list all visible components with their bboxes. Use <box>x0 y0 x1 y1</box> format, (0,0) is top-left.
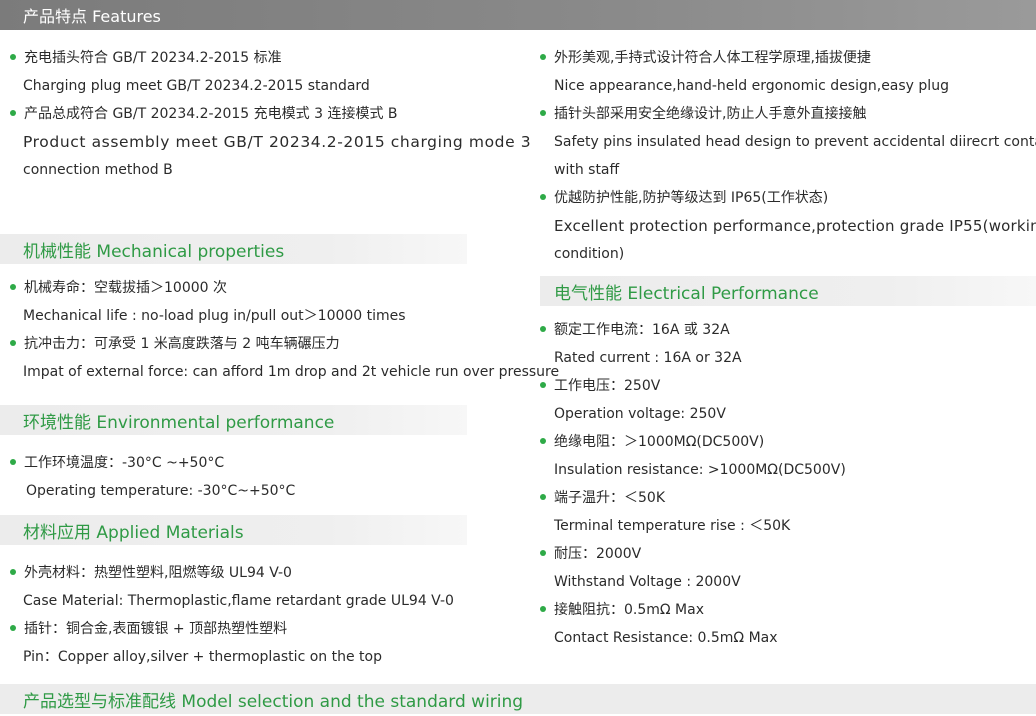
bullet-icon <box>10 340 16 346</box>
bullet-icon <box>10 569 16 575</box>
feature-left-2-en-line2: connection method B <box>23 162 173 178</box>
materials-item-1-cn: 外壳材料：热塑性塑料,阻燃等级 UL94 V-0 <box>10 563 292 583</box>
bullet-icon <box>540 194 546 200</box>
bullet-icon <box>10 110 16 116</box>
feature-right-2-cn: 插针头部采用安全绝缘设计,防止人手意外直接接触 <box>540 104 866 124</box>
section-model-header: 产品选型与标准配线 Model selection and the standa… <box>0 684 1036 714</box>
section-mechanical-title: 机械性能 Mechanical properties <box>23 241 285 262</box>
section-environmental-header: 环境性能 Environmental performance <box>0 405 467 435</box>
feature-right-1-en: Nice appearance,hand-held ergonomic desi… <box>554 78 949 94</box>
electrical-item-1-cn: 额定工作电流：16A 或 32A <box>540 320 730 340</box>
bullet-icon <box>540 494 546 500</box>
bullet-icon <box>540 382 546 388</box>
environmental-item-1-en: Operating temperature: -30°C~+50°C <box>26 483 296 499</box>
electrical-item-2-en: Operation voltage: 250V <box>554 406 726 422</box>
bullet-icon <box>540 606 546 612</box>
electrical-item-3-cn: 绝缘电阻：＞1000MΩ(DC500V) <box>540 432 764 452</box>
section-environmental-title: 环境性能 Environmental performance <box>23 412 335 433</box>
section-mechanical-header: 机械性能 Mechanical properties <box>0 234 467 264</box>
materials-item-1-en: Case Material: Thermoplastic,flame retar… <box>23 593 454 609</box>
feature-right-1-cn: 外形美观,手持式设计符合人体工程学原理,插拔便捷 <box>540 48 871 68</box>
electrical-item-5-en: Withstand Voltage : 2000V <box>554 574 741 590</box>
section-electrical-header: 电气性能 Electrical Performance <box>540 276 1036 306</box>
electrical-item-6-en: Contact Resistance: 0.5mΩ Max <box>554 630 778 646</box>
features-header-bar: 产品特点 Features <box>0 0 1036 30</box>
electrical-item-6-cn: 接触阻抗：0.5mΩ Max <box>540 600 704 620</box>
materials-item-2-cn: 插针：铜合金,表面镀银 + 顶部热塑性塑料 <box>10 619 287 639</box>
bullet-icon <box>10 459 16 465</box>
feature-right-3-cn: 优越防护性能,防护等级达到 IP65(工作状态) <box>540 188 828 208</box>
electrical-item-1-en: Rated current : 16A or 32A <box>554 350 742 366</box>
mechanical-item-2-en: Impat of external force: can afford 1m d… <box>23 364 560 380</box>
bullet-icon <box>10 54 16 60</box>
bullet-icon <box>540 438 546 444</box>
feature-left-2-en-line1: Product assembly meet GB/T 20234.2-2015 … <box>23 133 532 151</box>
mechanical-item-2-cn: 抗冲击力：可承受 1 米高度跌落与 2 吨车辆碾压力 <box>10 334 340 354</box>
mechanical-item-1-en: Mechanical life : no-load plug in/pull o… <box>23 308 406 324</box>
bullet-icon <box>540 550 546 556</box>
feature-right-2-en-line2: with staff <box>554 162 620 178</box>
feature-right-3-en-line1: Excellent protection performance,protect… <box>554 217 1036 235</box>
electrical-item-3-en: Insulation resistance: >1000MΩ(DC500V) <box>554 462 846 478</box>
mechanical-item-1-cn: 机械寿命：空载拔插＞10000 次 <box>10 278 227 298</box>
bullet-icon <box>10 284 16 290</box>
materials-item-2-en: Pin：Copper alloy,silver + thermoplastic … <box>23 649 382 665</box>
bullet-icon <box>10 625 16 631</box>
electrical-item-4-cn: 端子温升：＜50K <box>540 488 665 508</box>
electrical-item-2-cn: 工作电压：250V <box>540 376 660 396</box>
feature-left-1-en: Charging plug meet GB/T 20234.2-2015 sta… <box>23 78 370 94</box>
feature-right-2-en-line1: Safety pins insulated head design to pre… <box>554 134 1036 150</box>
section-electrical-title: 电气性能 Electrical Performance <box>554 283 819 304</box>
bullet-icon <box>540 54 546 60</box>
bullet-icon <box>540 110 546 116</box>
bullet-icon <box>540 326 546 332</box>
section-model-title: 产品选型与标准配线 Model selection and the standa… <box>23 691 524 712</box>
feature-right-3-en-line2: condition) <box>554 246 625 262</box>
feature-left-2-cn: 产品总成符合 GB/T 20234.2-2015 充电模式 3 连接模式 B <box>10 104 398 124</box>
electrical-item-5-cn: 耐压：2000V <box>540 544 641 564</box>
section-materials-title: 材料应用 Applied Materials <box>23 522 244 543</box>
feature-left-1-cn: 充电插头符合 GB/T 20234.2-2015 标准 <box>10 48 282 68</box>
features-header-title: 产品特点 Features <box>23 7 161 26</box>
environmental-item-1-cn: 工作环境温度：-30°C ~+50°C <box>10 453 224 473</box>
electrical-item-4-en: Terminal temperature rise : ＜50K <box>554 518 791 534</box>
section-materials-header: 材料应用 Applied Materials <box>0 515 467 545</box>
